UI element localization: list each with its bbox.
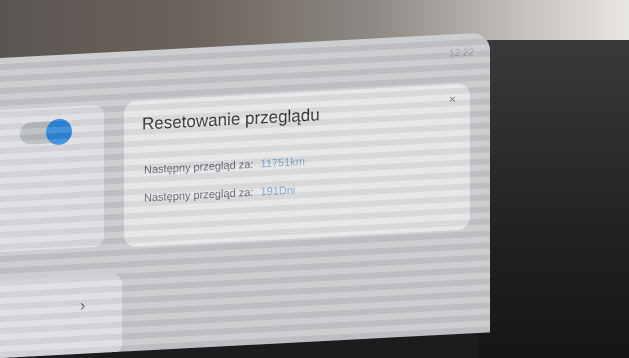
screen: 12:22 › Resetowanie przeglądu × Następny… <box>0 32 490 358</box>
left-card-nav[interactable]: › <box>0 273 122 358</box>
toggle-knob <box>46 118 72 146</box>
row-label: Następny przegląd za: <box>144 158 254 177</box>
left-card <box>0 104 104 253</box>
close-icon[interactable]: × <box>449 92 456 106</box>
row-value: 191Dni <box>260 184 296 199</box>
next-service-km-row: Następny przegląd za: 11751km <box>144 156 305 176</box>
row-label: Następny przegląd za: <box>144 186 254 205</box>
display-bezel <box>479 40 629 358</box>
chevron-right-icon: › <box>80 297 86 315</box>
toggle-switch[interactable] <box>20 118 72 146</box>
next-service-days-row: Następny przegląd za: 191Dni <box>144 185 295 205</box>
status-time: 12:22 <box>448 47 474 60</box>
card-title: Resetowanie przeglądu <box>142 105 320 134</box>
service-reset-card: Resetowanie przeglądu × Następny przeglą… <box>124 83 470 248</box>
row-value: 11751km <box>260 156 305 171</box>
